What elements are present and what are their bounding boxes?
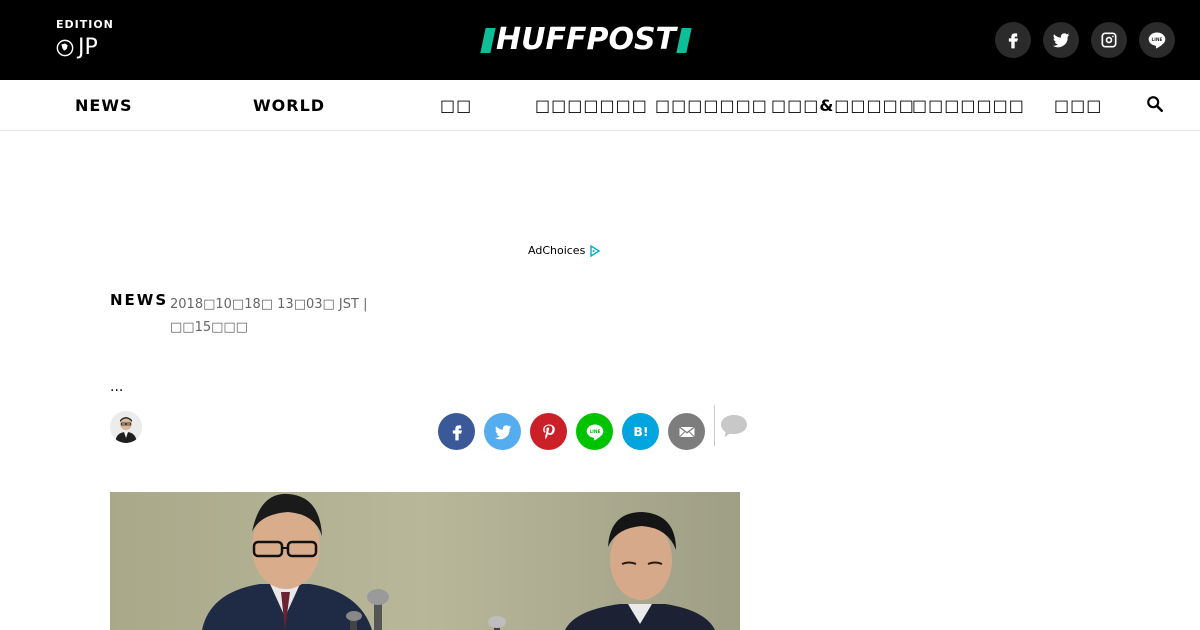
timestamp-line-1: 2018□10□18□ 13□03□ JST |: [170, 297, 368, 312]
facebook-icon: [452, 424, 462, 440]
hatena-bookmark-icon: B!: [633, 424, 648, 439]
main-nav: NEWS WORLD □□ □□□□□□□ □□□□□□□ □□□&□□□□□ …: [0, 80, 1200, 131]
header-twitter-button[interactable]: [1043, 22, 1079, 58]
share-line-button[interactable]: LINE: [576, 413, 613, 450]
edition-label: EDITION: [56, 18, 114, 31]
author-avatar[interactable]: [110, 411, 142, 443]
header-social-links: LINE: [995, 22, 1175, 58]
nav-item-world[interactable]: WORLD: [253, 96, 325, 115]
header-facebook-button[interactable]: [995, 22, 1031, 58]
svg-text:B!: B!: [633, 424, 648, 439]
share-email-button[interactable]: [668, 413, 705, 450]
header-line-button[interactable]: LINE: [1139, 22, 1175, 58]
edition-selector[interactable]: EDITION JP: [56, 18, 114, 60]
timestamp-line-2: □□15□□□: [170, 320, 248, 335]
edition-code: JP: [78, 35, 98, 60]
share-hatena-bookmark-button[interactable]: B!: [622, 413, 659, 450]
pinterest-icon: [542, 424, 555, 439]
adchoices-link[interactable]: AdChoices: [528, 244, 601, 257]
facebook-icon: [1008, 33, 1018, 49]
article-dek: ...: [110, 379, 124, 395]
twitter-icon: [494, 424, 511, 439]
search-icon[interactable]: [1146, 95, 1164, 113]
header-instagram-button[interactable]: [1091, 22, 1127, 58]
svg-text:LINE: LINE: [589, 429, 600, 435]
line-icon: LINE: [1148, 32, 1166, 49]
share-divider: [714, 405, 715, 446]
nav-item-4[interactable]: □□□□□□□: [535, 96, 648, 115]
article-timestamp: 2018□10□18□ 13□03□ JST | □□15□□□: [170, 293, 370, 339]
adchoices-icon: [590, 244, 601, 257]
nav-item-5[interactable]: □□□□□□□: [655, 96, 768, 115]
email-icon: [678, 425, 695, 437]
article-hero-image[interactable]: [110, 492, 740, 630]
huffpost-logo[interactable]: HUFFPOST: [480, 22, 692, 57]
line-icon: LINE: [586, 424, 603, 440]
nav-item-3[interactable]: □□: [440, 96, 472, 115]
comment-icon[interactable]: [720, 414, 748, 438]
nav-item-8[interactable]: □□□: [1054, 96, 1102, 115]
logo-left-bar: [480, 27, 496, 53]
nav-item-6[interactable]: □□□&□□□□□: [771, 96, 915, 115]
share-pinterest-button[interactable]: [530, 413, 567, 450]
share-buttons: LINE B!: [438, 413, 705, 450]
share-twitter-button[interactable]: [484, 413, 521, 450]
instagram-icon: [1101, 32, 1117, 48]
logo-text: HUFFPOST: [496, 22, 677, 57]
twitter-icon: [1052, 33, 1070, 48]
nav-item-7[interactable]: □□□□□□□: [912, 96, 1025, 115]
article-section-label[interactable]: NEWS: [110, 291, 168, 309]
nav-item-news[interactable]: NEWS: [75, 96, 133, 115]
site-header: EDITION JP HUFFPOST LINE: [0, 0, 1200, 80]
share-facebook-button[interactable]: [438, 413, 475, 450]
logo-right-bar: [676, 27, 692, 53]
globe-icon: [56, 39, 74, 57]
svg-text:LINE: LINE: [1152, 37, 1163, 43]
adchoices-label: AdChoices: [528, 244, 586, 257]
